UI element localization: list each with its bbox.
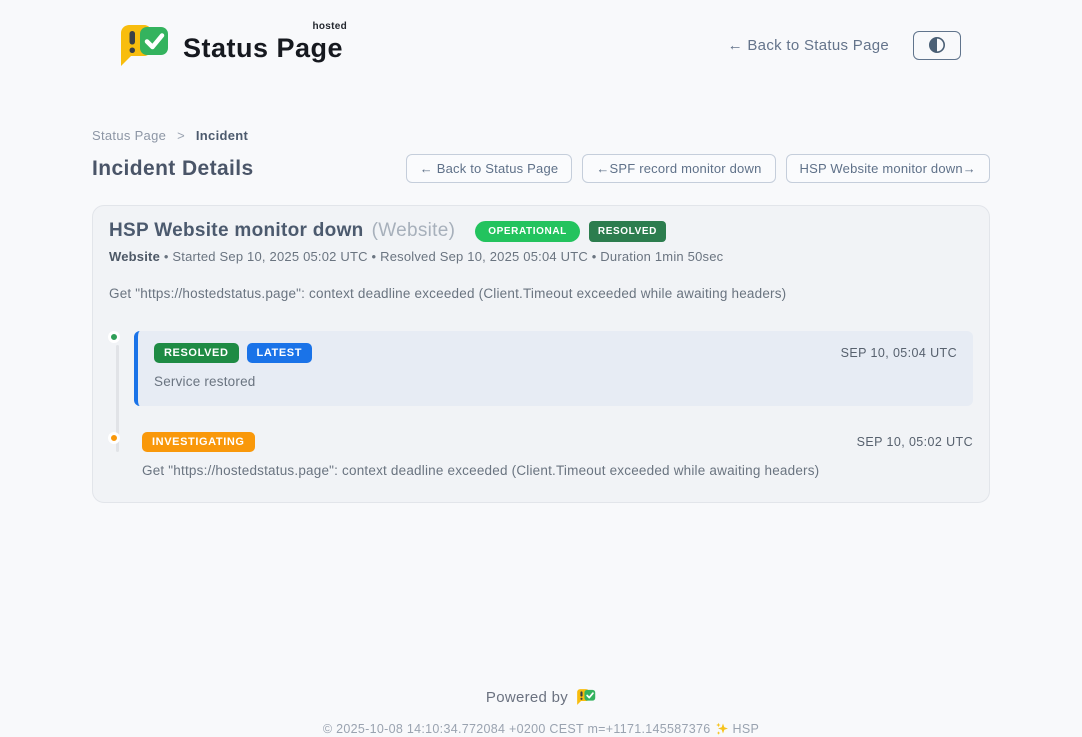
timeline-timestamp: SEP 10, 05:02 UTC xyxy=(857,435,973,449)
half-circle-icon xyxy=(928,36,946,54)
timeline-timestamp: SEP 10, 05:04 UTC xyxy=(841,346,957,360)
incident-meta-details: • Started Sep 10, 2025 05:02 UTC • Resol… xyxy=(160,249,723,264)
incident-card-header: HSP Website monitor down (Website) OPERA… xyxy=(109,220,973,242)
back-to-status-page-button[interactable]: ← Back to Status Page xyxy=(406,154,573,183)
incident-nav-buttons: ← Back to Status Page ←SPF record monitor… xyxy=(406,154,990,183)
header-actions: ← Back to Status Page xyxy=(728,31,961,60)
breadcrumb-status-page[interactable]: Status Page xyxy=(92,128,166,143)
header: hosted Status Page ← Back to Status Page xyxy=(0,0,1082,76)
brand-text: hosted Status Page xyxy=(183,27,343,64)
timeline: RESOLVED LATEST SEP 10, 05:04 UTC Service… xyxy=(109,331,973,478)
latest-badge: LATEST xyxy=(247,343,313,363)
brand-superscript: hosted xyxy=(312,21,347,32)
powered-by: Powered by xyxy=(486,688,596,706)
footer: Powered by © 2025-10-08 14:10:34.772084 … xyxy=(0,688,1082,736)
page-title: Incident Details xyxy=(92,157,254,181)
incident-description: Get "https://hostedstatus.page": context… xyxy=(109,286,973,301)
resolved-badge: RESOLVED xyxy=(154,343,239,363)
header-back-link[interactable]: ← Back to Status Page xyxy=(728,37,889,54)
timeline-item: INVESTIGATING SEP 10, 05:02 UTC Get "htt… xyxy=(109,432,973,478)
prev-incident-button[interactable]: ←SPF record monitor down xyxy=(582,154,775,183)
footer-logo-icon xyxy=(576,688,596,706)
powered-by-label: Powered by xyxy=(486,689,568,706)
timeline-badges: INVESTIGATING xyxy=(142,432,255,452)
operational-badge: OPERATIONAL xyxy=(475,221,580,242)
timeline-item-header: RESOLVED LATEST SEP 10, 05:04 UTC xyxy=(154,343,957,363)
sparkles-icon xyxy=(715,722,729,736)
main-content: Status Page > Incident Incident Details … xyxy=(92,128,990,503)
timeline-dot-icon xyxy=(108,331,120,343)
timeline-item-header: INVESTIGATING SEP 10, 05:02 UTC xyxy=(142,432,973,452)
investigating-badge: INVESTIGATING xyxy=(142,432,255,452)
incident-component: (Website) xyxy=(372,220,456,242)
title-row: Incident Details ← Back to Status Page ←S… xyxy=(92,154,990,183)
copyright-text: © 2025-10-08 14:10:34.772084 +0200 CEST … xyxy=(323,722,711,736)
timeline-badges: RESOLVED LATEST xyxy=(154,343,312,363)
copyright-brand: HSP xyxy=(733,722,760,736)
brand-name: Status Page xyxy=(183,33,343,63)
resolved-badge: RESOLVED xyxy=(589,221,666,242)
status-page-logo-icon xyxy=(118,23,170,68)
theme-toggle-button[interactable] xyxy=(913,31,961,60)
incident-meta: Website • Started Sep 10, 2025 05:02 UTC… xyxy=(109,249,973,264)
incident-card: HSP Website monitor down (Website) OPERA… xyxy=(92,205,990,503)
timeline-message: Service restored xyxy=(154,374,957,389)
timeline-dot-icon xyxy=(108,432,120,444)
breadcrumb-incident: Incident xyxy=(196,128,248,143)
incident-meta-component: Website xyxy=(109,249,160,264)
incident-title: HSP Website monitor down xyxy=(109,220,364,242)
timeline-item-content: RESOLVED LATEST SEP 10, 05:04 UTC Service… xyxy=(134,331,973,406)
copyright: © 2025-10-08 14:10:34.772084 +0200 CEST … xyxy=(0,722,1082,736)
logo[interactable]: hosted Status Page xyxy=(118,23,343,68)
timeline-item-content: INVESTIGATING SEP 10, 05:02 UTC Get "htt… xyxy=(134,432,973,478)
timeline-item: RESOLVED LATEST SEP 10, 05:04 UTC Service… xyxy=(109,331,973,406)
timeline-message: Get "https://hostedstatus.page": context… xyxy=(142,463,973,478)
breadcrumb: Status Page > Incident xyxy=(92,128,990,143)
incident-status-badges: OPERATIONAL RESOLVED xyxy=(475,221,666,242)
breadcrumb-separator: > xyxy=(177,128,185,143)
next-incident-button[interactable]: HSP Website monitor down→ xyxy=(786,154,990,183)
